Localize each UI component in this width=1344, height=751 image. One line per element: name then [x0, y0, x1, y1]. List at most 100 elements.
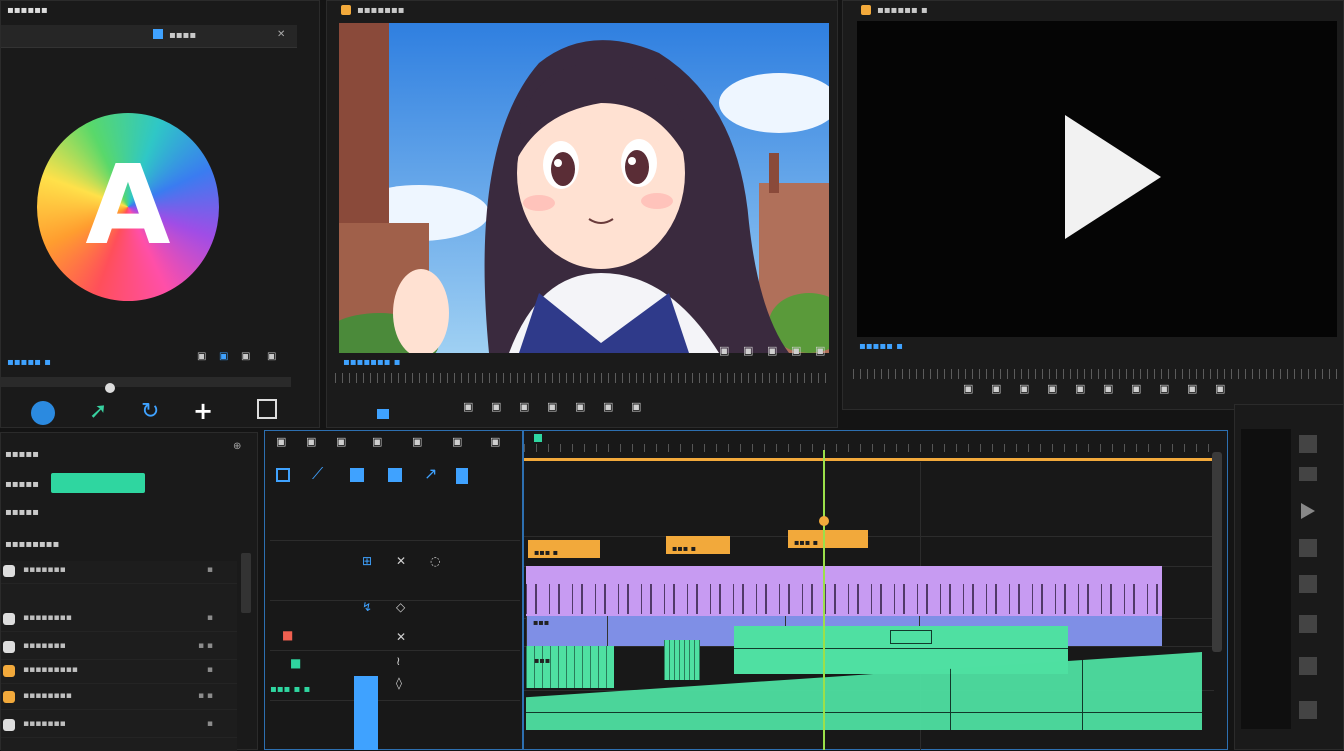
list-item[interactable]: ▪▪▪▪▪▪▪ ▪	[1, 715, 237, 738]
expand-icon[interactable]: ⊕	[233, 441, 241, 452]
arrow-icon[interactable]: ➚	[89, 399, 107, 424]
play-icon[interactable]	[1065, 115, 1161, 239]
control-icon[interactable]: ▣	[603, 401, 613, 412]
apply-button[interactable]	[51, 473, 145, 493]
source-mark-button[interactable]	[377, 409, 389, 419]
refresh-icon[interactable]: ↻	[141, 399, 159, 424]
video-clip-purple[interactable]: ▪▪▪	[526, 566, 1162, 618]
control-icon[interactable]: ▣	[491, 401, 501, 412]
control-icon[interactable]: ▣	[1215, 383, 1225, 394]
scrub-handle[interactable]	[105, 383, 115, 393]
tool-button[interactable]	[1299, 657, 1317, 675]
solo-icon[interactable]: ◇	[396, 600, 405, 614]
tool-icon[interactable]: ▣	[306, 436, 316, 447]
list-item[interactable]: ▪▪▪▪▪▪▪▪ ▪	[1, 609, 237, 632]
chevron-icon[interactable]: ≀	[396, 654, 401, 668]
control-icon[interactable]: ▣	[1187, 383, 1197, 394]
control-icon[interactable]: ▣	[1019, 383, 1029, 394]
effects-list: ▪▪▪▪▪▪▪ ▪ ▪▪▪▪▪▪▪▪ ▪ ▪▪▪▪▪▪▪ ▪ ▪ ▪▪▪▪▪▪▪▪▪ ▪…	[1, 561, 237, 751]
tool-icon[interactable]: ▣	[452, 436, 462, 447]
razor-icon[interactable]: ⟋	[312, 464, 323, 484]
sync-lock-icon[interactable]: ■	[290, 656, 301, 670]
control-icon[interactable]: ▣	[519, 401, 529, 412]
footer-icon-b[interactable]: ▣	[219, 351, 228, 362]
app-logo: A	[37, 113, 219, 301]
item-swatch	[3, 691, 15, 703]
list-item[interactable]: ▪▪▪▪▪▪▪ ▪	[1, 561, 237, 584]
slip-icon[interactable]	[350, 468, 364, 482]
shape-icon[interactable]	[31, 401, 55, 425]
tool-icon[interactable]: ▣	[412, 436, 422, 447]
tool-icon[interactable]: ▣	[490, 436, 500, 447]
select-icon[interactable]	[276, 468, 290, 482]
list-item[interactable]: ▪▪▪▪▪▪▪ ▪ ▪	[1, 637, 237, 660]
tool-button[interactable]	[1299, 539, 1317, 557]
control-icon[interactable]: ▣	[815, 345, 825, 356]
control-icon[interactable]: ▣	[547, 401, 557, 412]
plus-icon[interactable]: +	[193, 397, 213, 425]
footer-icon-d[interactable]: ▣	[267, 351, 276, 362]
audio-clip-green-2[interactable]	[664, 640, 700, 680]
list-item[interactable]: ▪▪▪▪▪▪▪▪ ▪ ▪	[1, 687, 237, 710]
tool-button[interactable]	[1299, 467, 1317, 481]
control-icon[interactable]: ▣	[1103, 383, 1113, 394]
marker-3[interactable]: ▪▪▪ ▪	[788, 530, 868, 548]
tool-icon[interactable]: ▣	[336, 436, 346, 447]
tool-button[interactable]	[1299, 575, 1317, 593]
control-icon[interactable]: ▣	[991, 383, 1001, 394]
item-swatch	[3, 565, 15, 577]
hand-icon[interactable]: ↗	[424, 464, 437, 483]
list-item[interactable]: ▪▪▪▪▪▪▪▪▪ ▪	[1, 661, 237, 684]
left-scrub-bar[interactable]	[1, 377, 291, 387]
tool-button[interactable]	[1299, 701, 1317, 719]
control-icon[interactable]: ▣	[719, 345, 729, 356]
record-icon	[861, 5, 871, 15]
tool-icon[interactable]: ▣	[372, 436, 382, 447]
playhead-handle[interactable]	[819, 516, 829, 526]
square-icon[interactable]	[257, 399, 277, 419]
control-icon[interactable]: ▣	[791, 345, 801, 356]
control-icon[interactable]: ▣	[463, 401, 473, 412]
play-icon[interactable]	[1301, 503, 1315, 519]
lock-icon[interactable]: ⊞	[362, 554, 372, 568]
work-area-bar[interactable]	[524, 458, 1214, 461]
item-swatch	[3, 641, 15, 653]
track-bottom-label: ▪▪▪ ▪ ▪	[270, 684, 311, 695]
tool-button[interactable]	[1299, 435, 1317, 453]
control-icon[interactable]: ▣	[1075, 383, 1085, 394]
sync-icon[interactable]: ◌	[430, 554, 440, 568]
control-icon[interactable]: ▣	[1159, 383, 1169, 394]
control-icon[interactable]: ▣	[575, 401, 585, 412]
marker-2[interactable]: ▪▪▪ ▪	[666, 536, 730, 554]
eye-icon[interactable]: ✕	[396, 554, 406, 568]
scrollbar[interactable]	[241, 553, 251, 613]
key-icon[interactable]: ◊	[396, 676, 402, 690]
playhead[interactable]	[823, 450, 825, 750]
item-swatch	[3, 665, 15, 677]
program-monitor-label: ▪▪▪▪▪ ▪	[859, 341, 903, 352]
volume-slider[interactable]	[354, 676, 378, 750]
left-panel-tab[interactable]: ▪▪▪▪ ✕	[1, 25, 297, 48]
footer-icon-a[interactable]: ▣	[197, 351, 206, 362]
pen-icon[interactable]	[388, 468, 402, 482]
mute-icon[interactable]: ↯	[362, 600, 372, 614]
record-track-icon[interactable]: ■	[282, 628, 293, 642]
tool-icon[interactable]: ▣	[276, 436, 286, 447]
tool-button[interactable]	[1299, 615, 1317, 633]
marker-1[interactable]: ▪▪▪ ▪	[528, 540, 600, 558]
timeline-scrollbar[interactable]	[1212, 452, 1222, 652]
close-icon[interactable]: ✕	[277, 29, 285, 40]
effects-title: ▪▪▪▪▪	[5, 449, 39, 460]
zoom-icon[interactable]	[456, 468, 468, 484]
mic-icon[interactable]: ✕	[396, 630, 406, 644]
program-monitor: ▪▪▪▪▪▪ ▪ ▪▪▪▪▪ ▪ ▣ ▣ ▣ ▣ ▣ ▣ ▣ ▣ ▣ ▣	[842, 0, 1344, 410]
control-icon[interactable]: ▣	[767, 345, 777, 356]
program-scrub-bar[interactable]	[853, 369, 1339, 379]
control-icon[interactable]: ▣	[631, 401, 641, 412]
control-icon[interactable]: ▣	[1131, 383, 1141, 394]
source-scrub-bar[interactable]	[335, 373, 831, 383]
control-icon[interactable]: ▣	[743, 345, 753, 356]
control-icon[interactable]: ▣	[963, 383, 973, 394]
footer-icon-c[interactable]: ▣	[241, 351, 250, 362]
control-icon[interactable]: ▣	[1047, 383, 1057, 394]
